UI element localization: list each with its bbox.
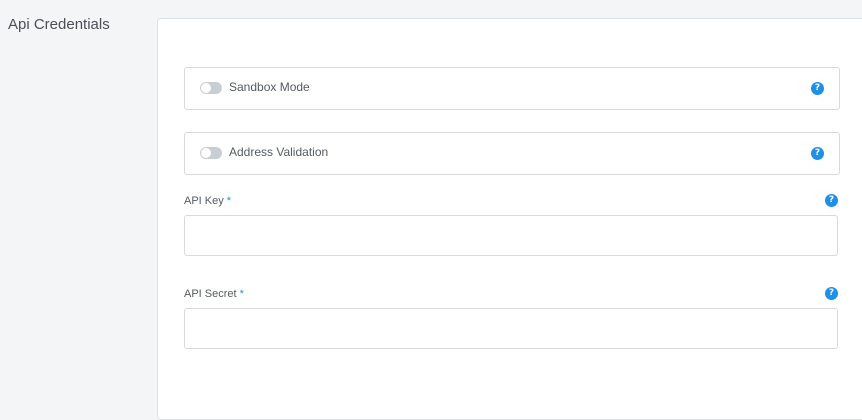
api-secret-input[interactable] [184, 308, 838, 349]
help-icon[interactable]: ? [825, 194, 838, 207]
api-key-input[interactable] [184, 215, 838, 256]
required-mark: * [239, 288, 244, 300]
sandbox-mode-label: Sandbox Mode [229, 80, 310, 94]
address-validation-toggle[interactable] [200, 147, 222, 159]
api-key-label: API Key * [184, 195, 231, 207]
required-mark: * [226, 195, 232, 207]
api-key-label-text: API Key [184, 195, 224, 207]
sandbox-mode-row: Sandbox Mode ? [184, 67, 840, 110]
sandbox-mode-toggle[interactable] [200, 82, 222, 94]
help-icon[interactable]: ? [811, 147, 824, 160]
help-icon[interactable]: ? [825, 287, 838, 300]
address-validation-row: Address Validation ? [184, 132, 840, 175]
address-validation-label: Address Validation [229, 145, 329, 159]
api-secret-label: API Secret * [184, 288, 244, 300]
section-title: Api Credentials [8, 16, 110, 33]
api-secret-label-text: API Secret [184, 288, 237, 300]
help-icon[interactable]: ? [811, 82, 824, 95]
